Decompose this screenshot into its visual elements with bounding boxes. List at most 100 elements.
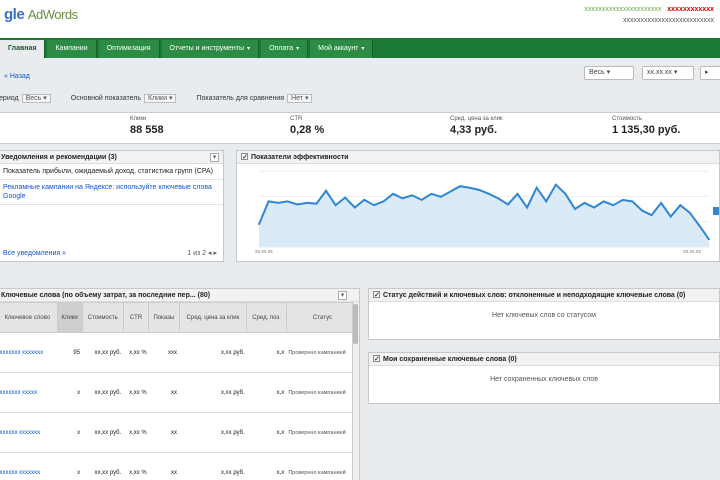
date-go-button[interactable]: ▸ <box>700 66 720 80</box>
scroll-thumb[interactable] <box>353 304 358 344</box>
chart-point[interactable] <box>698 224 701 227</box>
nav-tab[interactable]: Кампании <box>47 40 97 58</box>
control-label: Период <box>0 95 19 102</box>
chart-point[interactable] <box>430 193 433 195</box>
cell-keyword[interactable]: xxxxxx xxxxxxx <box>0 412 58 453</box>
cell-keyword[interactable]: xxxxxxx xxxxxxx <box>0 332 58 373</box>
account-id: xxxxxxxxxxxx <box>667 6 714 13</box>
date-value-select[interactable]: xx.xx.xx ▾ <box>642 66 694 80</box>
metric: Сред. цена за клик 4,33 руб. <box>450 116 503 136</box>
control-select[interactable]: Весь ▾ <box>21 94 51 103</box>
chart-point[interactable] <box>277 202 279 204</box>
chart-point[interactable] <box>296 203 299 206</box>
account-email[interactable]: xxxxxxxxxxxxxxxxxxxxxx <box>584 6 661 13</box>
date-range-select[interactable]: Весь ▾ <box>584 66 634 80</box>
chart-point[interactable] <box>353 206 356 209</box>
column-header[interactable]: Показы <box>148 302 180 333</box>
column-header[interactable]: Сред. цена за клик <box>178 302 248 333</box>
table-scrollbar[interactable] <box>352 302 359 480</box>
chart-point[interactable] <box>440 196 442 198</box>
chart-point[interactable] <box>334 204 337 206</box>
all-alerts-link[interactable]: Все уведомления » <box>3 250 66 257</box>
checkbox-icon[interactable] <box>241 151 248 163</box>
metric-value: 1 135,30 руб. <box>612 124 681 136</box>
chart-point[interactable] <box>325 189 327 192</box>
metric-label: Сред. цена за клик <box>450 116 503 122</box>
chart-point[interactable] <box>344 196 346 199</box>
column-header[interactable]: Ключевое слово <box>0 302 58 333</box>
chart-point[interactable] <box>497 197 500 200</box>
chart-point[interactable] <box>574 208 576 210</box>
chart-point[interactable] <box>258 223 260 225</box>
chart-point[interactable] <box>612 204 615 206</box>
checkbox-icon[interactable] <box>373 353 380 365</box>
chart-point[interactable] <box>602 200 605 203</box>
chart-point[interactable] <box>411 194 413 197</box>
chart-controls: ПериодВесь ▾ Основной показательКлики ▾ По… <box>0 94 313 104</box>
chart-point[interactable] <box>622 199 624 201</box>
chart-point[interactable] <box>392 193 394 195</box>
chart-point[interactable] <box>373 204 375 206</box>
nav-tab-label: Мой аккаунт <box>318 45 359 52</box>
column-header[interactable]: Сред. поз. <box>246 302 287 333</box>
chart-point[interactable] <box>306 202 308 204</box>
cell-cost: xx,xx руб. <box>82 452 124 480</box>
chart-point[interactable] <box>420 199 423 201</box>
chart-point[interactable] <box>459 185 461 187</box>
chart-point[interactable] <box>478 189 481 191</box>
chart-point[interactable] <box>286 200 289 203</box>
chart-point[interactable] <box>641 209 643 212</box>
control-select[interactable]: Нет ▾ <box>287 94 313 103</box>
cell-clicks: 95 <box>57 332 83 373</box>
chart-point[interactable] <box>679 204 682 206</box>
nav-tab[interactable]: Мой аккаунт ▾ <box>310 40 374 58</box>
alert-item[interactable]: Рекламные кампании на Яндексе: используй… <box>0 180 223 205</box>
chart-point[interactable] <box>689 212 691 214</box>
chart-point[interactable] <box>583 202 586 204</box>
chart-point[interactable] <box>315 202 318 205</box>
chart-point[interactable] <box>487 193 490 195</box>
chart-point[interactable] <box>669 215 672 218</box>
chart-point[interactable] <box>401 197 404 200</box>
chart-point[interactable] <box>267 200 270 203</box>
chart-point[interactable] <box>545 200 548 203</box>
chart-point[interactable] <box>382 200 385 203</box>
metrics-bar: Клики 88 558 CTR 0,28 % Сред. цена за клик 4,… <box>0 112 720 144</box>
saved-keywords-panel: Мои сохраненные ключевые слова (0) Нет с… <box>368 352 720 404</box>
alerts-pager[interactable]: 1 из 2 ◂ ▸ <box>187 249 217 257</box>
nav-tab[interactable]: Отчеты и инструменты ▾ <box>161 40 260 58</box>
nav-tab[interactable]: Главная <box>0 40 46 58</box>
control-select[interactable]: Клики ▾ <box>143 94 177 103</box>
chart-point[interactable] <box>468 186 471 189</box>
chart-point[interactable] <box>555 183 557 186</box>
nav-tab-label: Оплата <box>269 45 294 52</box>
checkbox-icon[interactable] <box>373 289 380 301</box>
chart-point[interactable] <box>535 186 538 189</box>
chart-point[interactable] <box>631 200 634 203</box>
collapse-icon[interactable]: ▾ <box>338 291 347 300</box>
chart-point[interactable] <box>650 214 653 216</box>
chart-point[interactable] <box>593 206 595 209</box>
column-header[interactable]: Статус <box>285 302 359 333</box>
chart-point[interactable] <box>516 193 519 195</box>
chart-point[interactable] <box>449 190 452 193</box>
cell-pos: x,x <box>246 332 287 373</box>
chart-point[interactable] <box>708 238 710 241</box>
nav-tab-label: Отчеты и инструменты <box>169 45 245 52</box>
adwords-logo[interactable]: gle AdWords <box>4 6 78 23</box>
column-header[interactable]: Стоимость <box>81 302 124 333</box>
cell-keyword[interactable]: xxxxxxx xxxxx <box>0 372 58 413</box>
keywords-panel: Ключевые слова (по объему затрат, за пос… <box>0 288 360 480</box>
nav-tab[interactable]: Оптимизация <box>98 40 160 58</box>
column-header[interactable]: CTR <box>122 302 150 333</box>
chart-point[interactable] <box>526 206 528 209</box>
chart-point[interactable] <box>660 202 662 204</box>
chart-point[interactable] <box>564 193 567 195</box>
back-link[interactable]: « Назад <box>4 73 30 80</box>
column-header[interactable]: Клики <box>56 302 83 333</box>
chart-point[interactable] <box>507 203 509 206</box>
chart-point[interactable] <box>363 199 366 201</box>
collapse-icon[interactable]: ▾ <box>210 153 219 162</box>
cell-keyword[interactable]: xxxxxx xxxxxxx <box>0 452 58 480</box>
nav-tab[interactable]: Оплата ▾ <box>261 40 309 58</box>
